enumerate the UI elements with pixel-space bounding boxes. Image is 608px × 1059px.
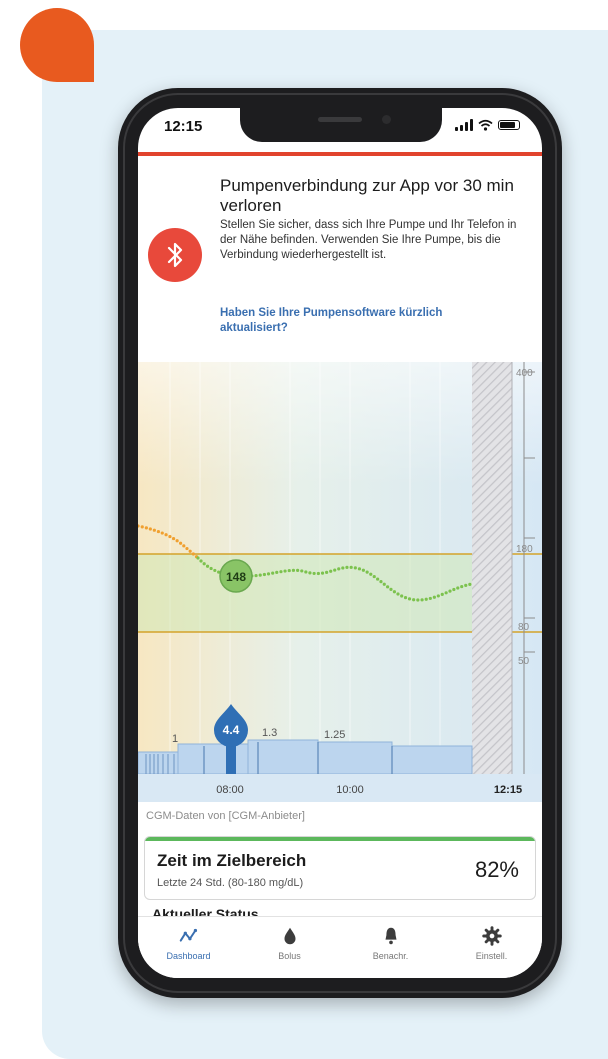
tab-notifications[interactable]: Benachr. (340, 917, 441, 978)
tab-label-notifications: Benachr. (372, 951, 409, 961)
cgm-source-note: CGM-Daten von [CGM-Anbieter] (146, 810, 305, 822)
basal-label-1: 1 (172, 733, 178, 745)
alert-body: Stellen Sie sicher, dass sich Ihre Pumpe… (220, 219, 517, 261)
tab-label-dashboard: Dashboard (166, 951, 211, 961)
tab-dashboard[interactable]: Dashboard (138, 917, 239, 978)
bluetooth-icon (148, 228, 202, 282)
bell-icon (385, 927, 396, 945)
tab-bolus[interactable]: Bolus (239, 917, 340, 978)
signal-icon (455, 119, 473, 131)
pump-software-link[interactable]: Haben Sie Ihre Pumpensoftware kürzlich a… (220, 306, 480, 336)
status-time: 12:15 (164, 118, 203, 135)
x-label-1000: 10:00 (336, 784, 364, 796)
y-label-80: 80 (518, 622, 530, 633)
basal-label-1-3: 1.3 (262, 727, 277, 739)
battery-icon (498, 120, 520, 130)
phone-notch (240, 108, 442, 142)
time-in-range-card[interactable]: Zeit im Zielbereich Letzte 24 Std. (80-1… (144, 836, 536, 900)
tir-accent-line (145, 837, 535, 841)
trend-icon (179, 928, 197, 942)
tab-label-bolus: Bolus (278, 951, 301, 961)
y-label-400: 400 (516, 368, 533, 379)
x-label-now: 12:15 (494, 784, 522, 796)
y-label-180: 180 (516, 544, 533, 555)
x-label-0800: 08:00 (216, 784, 244, 796)
front-camera (382, 115, 391, 124)
gear-icon (481, 926, 502, 946)
basal-label-1-25: 1.25 (324, 729, 345, 741)
current-glucose-value: 148 (226, 570, 246, 584)
tab-bar: Dashboard Bolus Benachr. Einstell. (138, 916, 542, 978)
alert-title: Pumpenverbindung zur App vor 30 min verl… (220, 176, 514, 215)
speaker (318, 117, 362, 122)
y-label-50: 50 (518, 656, 530, 667)
phone-screen: 12:15 Pumpenverbindung zur App vor 30 mi… (138, 108, 542, 978)
tab-settings[interactable]: Einstell. (441, 917, 542, 978)
tir-subtitle: Letzte 24 Std. (80-180 mg/dL) (157, 877, 304, 889)
phone-frame: 12:15 Pumpenverbindung zur App vor 30 mi… (118, 88, 562, 998)
tir-percent: 82% (474, 857, 519, 882)
drop-icon (284, 927, 295, 945)
status-icons (455, 119, 520, 131)
tab-label-settings: Einstell. (475, 951, 508, 961)
glucose-chart: 400 180 80 50 148 1 1.3 1.25 4.4 08:00 1… (138, 362, 542, 802)
brand-corner-shape (20, 8, 94, 82)
bolus-value: 4.4 (223, 723, 240, 737)
tir-title: Zeit im Zielbereich (157, 851, 307, 870)
wifi-icon (478, 119, 493, 131)
connection-alert: Pumpenverbindung zur App vor 30 min verl… (138, 156, 542, 362)
